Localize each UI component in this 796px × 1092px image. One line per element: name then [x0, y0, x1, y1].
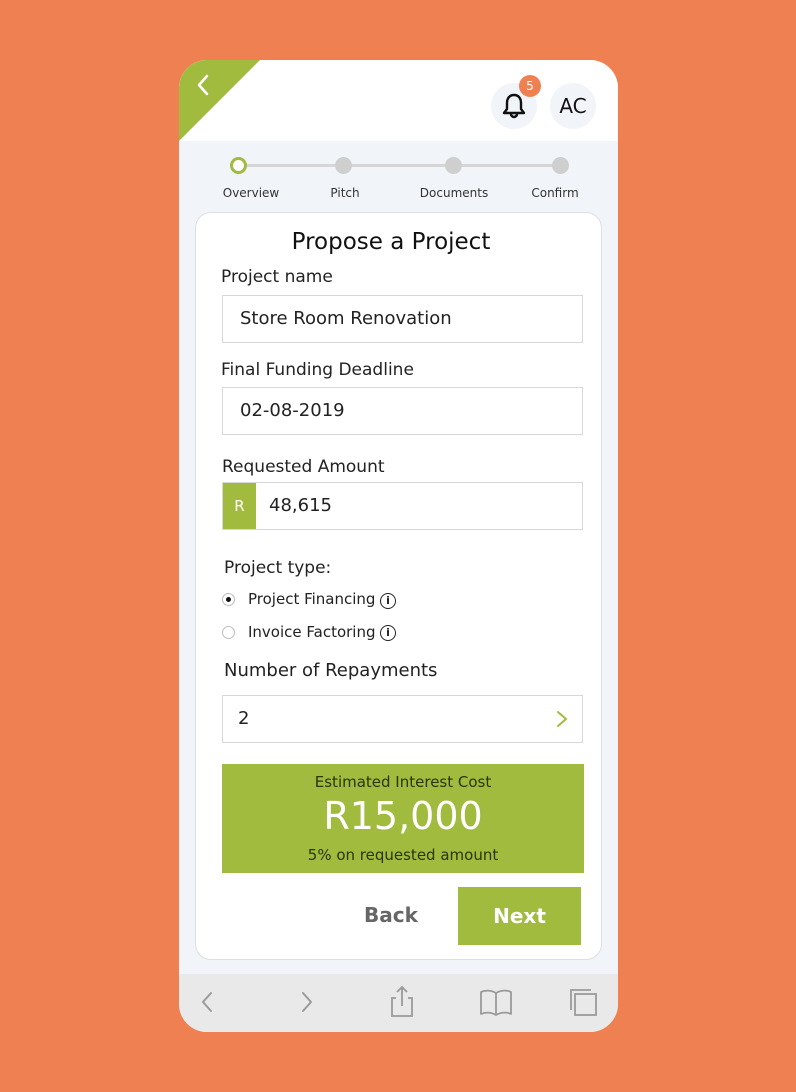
amount-label: Requested Amount — [222, 457, 385, 477]
radio-label-invoice-factoring: Invoice Factoring — [248, 623, 376, 641]
step-dot-overview[interactable] — [230, 157, 247, 174]
project-name-input[interactable]: Store Room Renovation — [222, 295, 583, 343]
progress-stepper: Overview Pitch Documents Confirm — [179, 141, 618, 211]
amount-value: 48,615 — [269, 495, 332, 516]
share-icon[interactable] — [389, 984, 415, 1018]
stepper-line — [239, 164, 561, 167]
step-dot-confirm[interactable] — [552, 157, 569, 174]
step-dot-pitch[interactable] — [335, 157, 352, 174]
step-dot-documents[interactable] — [445, 157, 462, 174]
repayments-label: Number of Repayments — [224, 660, 438, 681]
next-button[interactable]: Next — [458, 887, 581, 945]
tabs-icon[interactable] — [568, 987, 598, 1017]
info-icon[interactable]: i — [380, 593, 396, 609]
radio-button[interactable] — [222, 626, 235, 639]
project-name-label: Project name — [221, 267, 333, 287]
estimate-subtext: 5% on requested amount — [307, 846, 499, 864]
phone-frame: 5 AC Overview Pitch Documents Confirm Pr… — [179, 60, 618, 1032]
page-title: Propose a Project — [291, 229, 491, 255]
bell-icon — [502, 93, 526, 119]
app-header: 5 AC — [179, 60, 618, 141]
step-label-overview: Overview — [222, 186, 280, 200]
forward-icon[interactable] — [299, 988, 315, 1016]
repayments-value: 2 — [238, 708, 250, 729]
corner-accent — [179, 60, 260, 141]
back-button[interactable]: Back — [346, 888, 436, 942]
chevron-left-icon[interactable] — [193, 72, 215, 98]
deadline-label: Final Funding Deadline — [221, 360, 414, 380]
back-icon[interactable] — [199, 988, 215, 1016]
estimate-label: Estimated Interest Cost — [314, 773, 492, 791]
notification-badge: 5 — [519, 75, 541, 97]
info-icon[interactable]: i — [380, 625, 396, 641]
radio-button-selected[interactable] — [222, 593, 235, 606]
avatar[interactable]: AC — [550, 83, 596, 129]
currency-prefix: R — [223, 483, 256, 529]
step-label-pitch: Pitch — [330, 186, 360, 200]
project-type-label: Project type: — [224, 558, 332, 578]
estimate-value: R15,000 — [323, 794, 483, 838]
estimated-interest-panel: Estimated Interest Cost R15,000 5% on re… — [222, 764, 584, 873]
repayments-select[interactable]: 2 — [222, 695, 583, 743]
step-label-documents: Documents — [419, 186, 489, 200]
radio-label-project-financing: Project Financing — [248, 590, 376, 608]
chevron-right-icon — [557, 711, 567, 727]
project-form-card: Propose a Project Project name Store Roo… — [195, 212, 602, 960]
deadline-input[interactable]: 02-08-2019 — [222, 387, 583, 435]
amount-input[interactable]: R 48,615 — [222, 482, 583, 530]
browser-toolbar — [179, 974, 618, 1032]
bookmarks-icon[interactable] — [479, 987, 513, 1017]
step-label-confirm: Confirm — [531, 186, 579, 200]
